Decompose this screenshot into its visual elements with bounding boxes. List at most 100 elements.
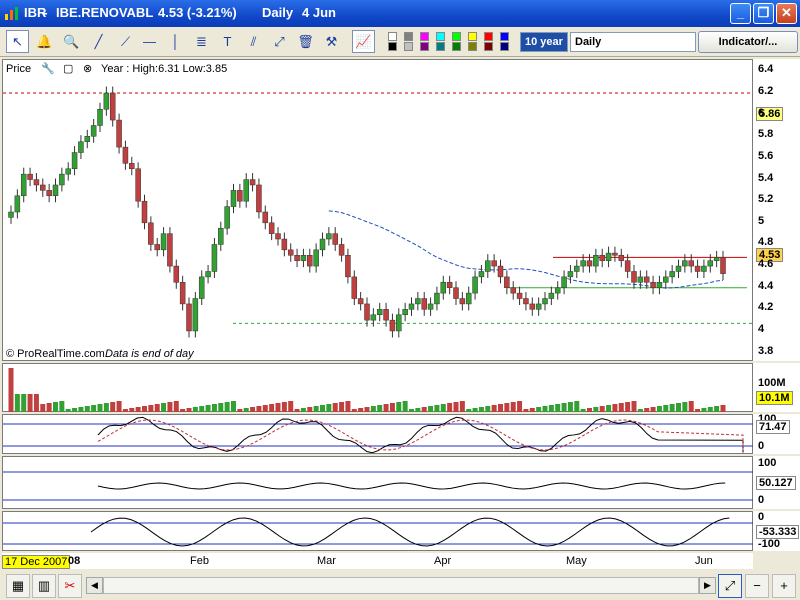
volume-bar <box>243 408 249 412</box>
volume-bar <box>370 406 376 412</box>
volume-bar <box>389 403 395 412</box>
text-icon[interactable]: T <box>216 30 239 53</box>
palette-swatch[interactable] <box>404 32 413 41</box>
palette-swatch[interactable] <box>436 32 445 41</box>
scroll-left-arrow[interactable]: ◀ <box>86 577 103 594</box>
williams-axis: 0 -53.333 -100 <box>753 511 800 551</box>
williams-panel[interactable] <box>2 511 754 551</box>
candle-body <box>148 222 154 245</box>
volume-bar <box>612 404 618 412</box>
palette-swatch[interactable] <box>404 42 413 51</box>
candle-body <box>59 173 65 186</box>
arrow-icon[interactable]: ⤢ <box>268 30 291 53</box>
palette-swatch[interactable] <box>452 42 461 51</box>
hline-icon[interactable]: — <box>138 30 161 53</box>
palette-swatch[interactable] <box>468 42 477 51</box>
volume-bar <box>300 408 306 412</box>
palette-swatch[interactable] <box>436 42 445 51</box>
volume-bar <box>656 406 662 412</box>
candle-body <box>554 287 561 294</box>
history-scrollbar[interactable] <box>103 577 699 594</box>
candle-body <box>262 211 269 224</box>
tools-icon[interactable]: ⚒ <box>320 30 343 53</box>
volume-bar <box>409 409 414 412</box>
volume-bar <box>65 409 71 412</box>
chart-style-icon[interactable]: 📈 <box>352 30 375 53</box>
volume-bar <box>294 409 300 412</box>
restore-button[interactable]: ❐ <box>753 3 774 24</box>
wrench-icon[interactable]: 🔧 <box>41 62 55 75</box>
color-palette[interactable] <box>388 31 516 53</box>
chart-type-icon[interactable]: ▦ <box>6 574 30 598</box>
line-tool-icon[interactable]: ╱ <box>87 30 110 53</box>
stochastic-k-line <box>97 416 744 454</box>
zoom-icon[interactable]: 🔍 <box>60 30 83 53</box>
volume-panel[interactable] <box>2 363 753 412</box>
candle-body <box>167 233 173 267</box>
layout-icon[interactable]: ▥ <box>32 574 56 598</box>
volume-bar <box>580 409 586 412</box>
palette-swatch[interactable] <box>420 32 429 41</box>
palette-swatch[interactable] <box>420 42 429 51</box>
interval-select[interactable]: Daily <box>570 32 696 52</box>
palette-swatch[interactable] <box>388 32 397 41</box>
volume-bar <box>167 402 173 412</box>
title-bar: IBR - IBE.RENOVABL 4.53 (-3.21%) Daily 4… <box>0 0 800 27</box>
vline-icon[interactable]: │ <box>164 30 187 53</box>
palette-swatch[interactable] <box>500 32 509 41</box>
stochastic-value-tag: 71.47 <box>756 420 790 434</box>
volume-bar <box>256 406 262 412</box>
candlestick-chart <box>3 86 754 338</box>
stochastic-panel[interactable] <box>2 414 754 454</box>
candle-body <box>707 260 714 267</box>
price-panel[interactable]: Price 🔧 ▢ ⊗ Year : High:6.31 Low:3.85 © … <box>2 59 754 361</box>
volume-bar <box>142 406 147 412</box>
candle-body <box>504 276 510 288</box>
minimize-button[interactable]: _ <box>730 3 751 24</box>
candle-body <box>116 119 122 148</box>
palette-swatch[interactable] <box>484 42 493 51</box>
parallel-icon[interactable]: ⫽ <box>242 30 265 53</box>
scroll-right-arrow[interactable]: ▶ <box>699 577 716 594</box>
candle-body <box>682 260 688 267</box>
disconnect-icon[interactable]: ✂ <box>58 574 82 598</box>
volume-bar <box>199 406 205 412</box>
momentum-panel[interactable] <box>2 456 754 509</box>
candle-body <box>663 276 669 283</box>
volume-bar <box>21 394 27 412</box>
candle-body <box>135 168 141 202</box>
volume-bar <box>669 404 675 412</box>
volume-bar <box>644 408 650 412</box>
trash-icon[interactable]: 🗑 <box>294 30 317 53</box>
volume-bar <box>504 403 510 412</box>
palette-swatch[interactable] <box>468 32 477 41</box>
alarm-icon[interactable]: 🔔 <box>33 30 56 53</box>
trend-tool-icon[interactable]: ⟋ <box>114 30 137 53</box>
palette-swatch[interactable] <box>484 32 493 41</box>
price-tick: 4.6 <box>758 258 774 271</box>
candle-body <box>173 265 180 283</box>
volume-bar <box>269 404 275 412</box>
candle-body <box>459 298 466 305</box>
pointer-icon[interactable]: ↖ <box>6 30 29 53</box>
zoom-out-icon[interactable]: − <box>745 574 769 598</box>
timespan-select[interactable]: 10 year <box>520 32 568 52</box>
price-tick: 4.8 <box>758 236 774 249</box>
palette-swatch[interactable] <box>452 32 461 41</box>
indicator-button[interactable]: Indicator/... <box>698 31 798 53</box>
volume-bar <box>326 404 332 412</box>
zoom-fit-icon[interactable]: ⤢ <box>718 574 742 598</box>
close-panel-icon[interactable]: ⊗ <box>83 62 92 75</box>
close-button[interactable]: ✕ <box>776 3 797 24</box>
candle-body <box>624 260 631 272</box>
volume-bar <box>688 401 694 412</box>
palette-swatch[interactable] <box>388 42 397 51</box>
volume-bar <box>281 402 287 412</box>
palette-swatch[interactable] <box>500 42 509 51</box>
fibonacci-icon[interactable]: ≣ <box>190 30 213 53</box>
window-icon[interactable]: ▢ <box>63 62 73 75</box>
zoom-in-icon[interactable]: + <box>772 574 796 598</box>
volume-bars <box>8 368 726 412</box>
candle-body <box>478 271 485 278</box>
volume-bar <box>459 401 465 412</box>
